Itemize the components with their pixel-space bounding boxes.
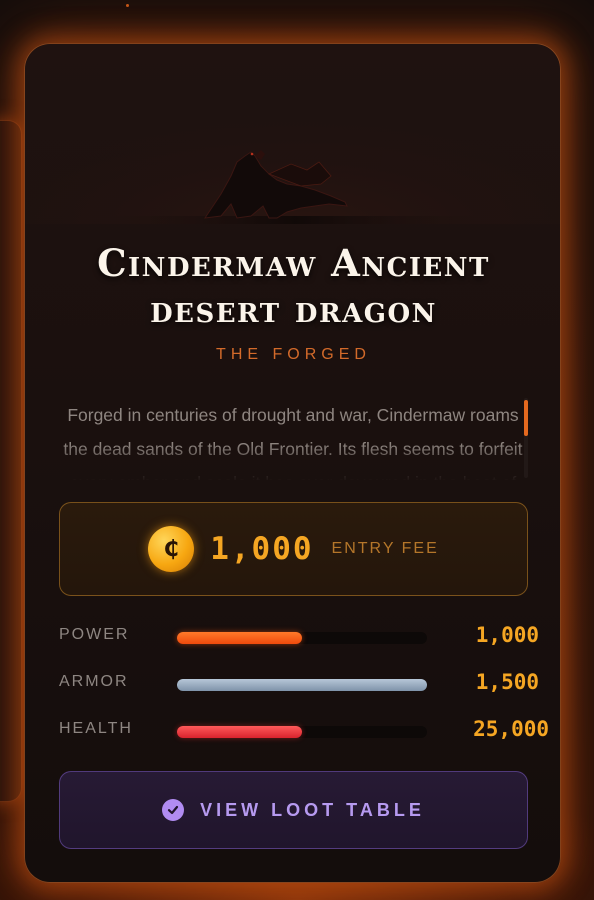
stat-value-power: 1,000 xyxy=(475,623,539,647)
entry-fee-amount: 1,000 xyxy=(210,531,314,567)
stat-bar-health xyxy=(177,726,427,738)
ember-particle xyxy=(126,4,129,7)
lore-scrollbar-thumb[interactable] xyxy=(524,400,528,436)
check-circle-icon xyxy=(162,799,185,821)
stat-value-health: 25,000 xyxy=(473,717,549,741)
lore-scrollbar[interactable] xyxy=(524,398,528,478)
entry-fee-label: ENTRY FEE xyxy=(331,540,439,557)
stat-row-power: POWER 1,000 xyxy=(59,623,539,650)
stat-label-health: HEALTH xyxy=(59,720,133,737)
boss-card: Cindermaw Ancient desert dragon THE FORG… xyxy=(24,43,561,883)
adjacent-card-edge[interactable] xyxy=(0,120,22,802)
entry-fee-panel: ₵ 1,000 ENTRY FEE xyxy=(59,502,528,596)
stat-row-armor: ARMOR 1,500 xyxy=(59,670,539,697)
lore-text: Forged in centuries of drought and war, … xyxy=(63,405,523,480)
boss-title-line-2: desert dragon xyxy=(150,287,437,331)
stat-value-armor: 1,500 xyxy=(475,670,539,694)
coin-icon: ₵ xyxy=(148,526,195,572)
stat-label-power: POWER xyxy=(59,626,130,643)
view-loot-table-label: VIEW LOOT TABLE xyxy=(200,799,425,820)
view-loot-table-button[interactable]: VIEW LOOT TABLE xyxy=(59,771,528,849)
stat-bar-power xyxy=(177,632,427,644)
boss-title: Cindermaw Ancient desert dragon xyxy=(25,240,560,332)
stat-bar-fill-armor xyxy=(177,679,427,691)
boss-title-line-1: Cindermaw Ancient xyxy=(97,241,490,285)
stat-bar-fill-power xyxy=(177,632,302,644)
stat-row-health: HEALTH 25,000 xyxy=(59,717,549,744)
boss-subtitle: THE FORGED xyxy=(216,346,371,363)
stat-bar-armor xyxy=(177,679,427,691)
dragon-silhouette-art xyxy=(25,44,560,224)
stat-bar-fill-health xyxy=(177,726,302,738)
coin-symbol: ₵ xyxy=(164,536,178,562)
stat-label-armor: ARMOR xyxy=(59,673,129,690)
